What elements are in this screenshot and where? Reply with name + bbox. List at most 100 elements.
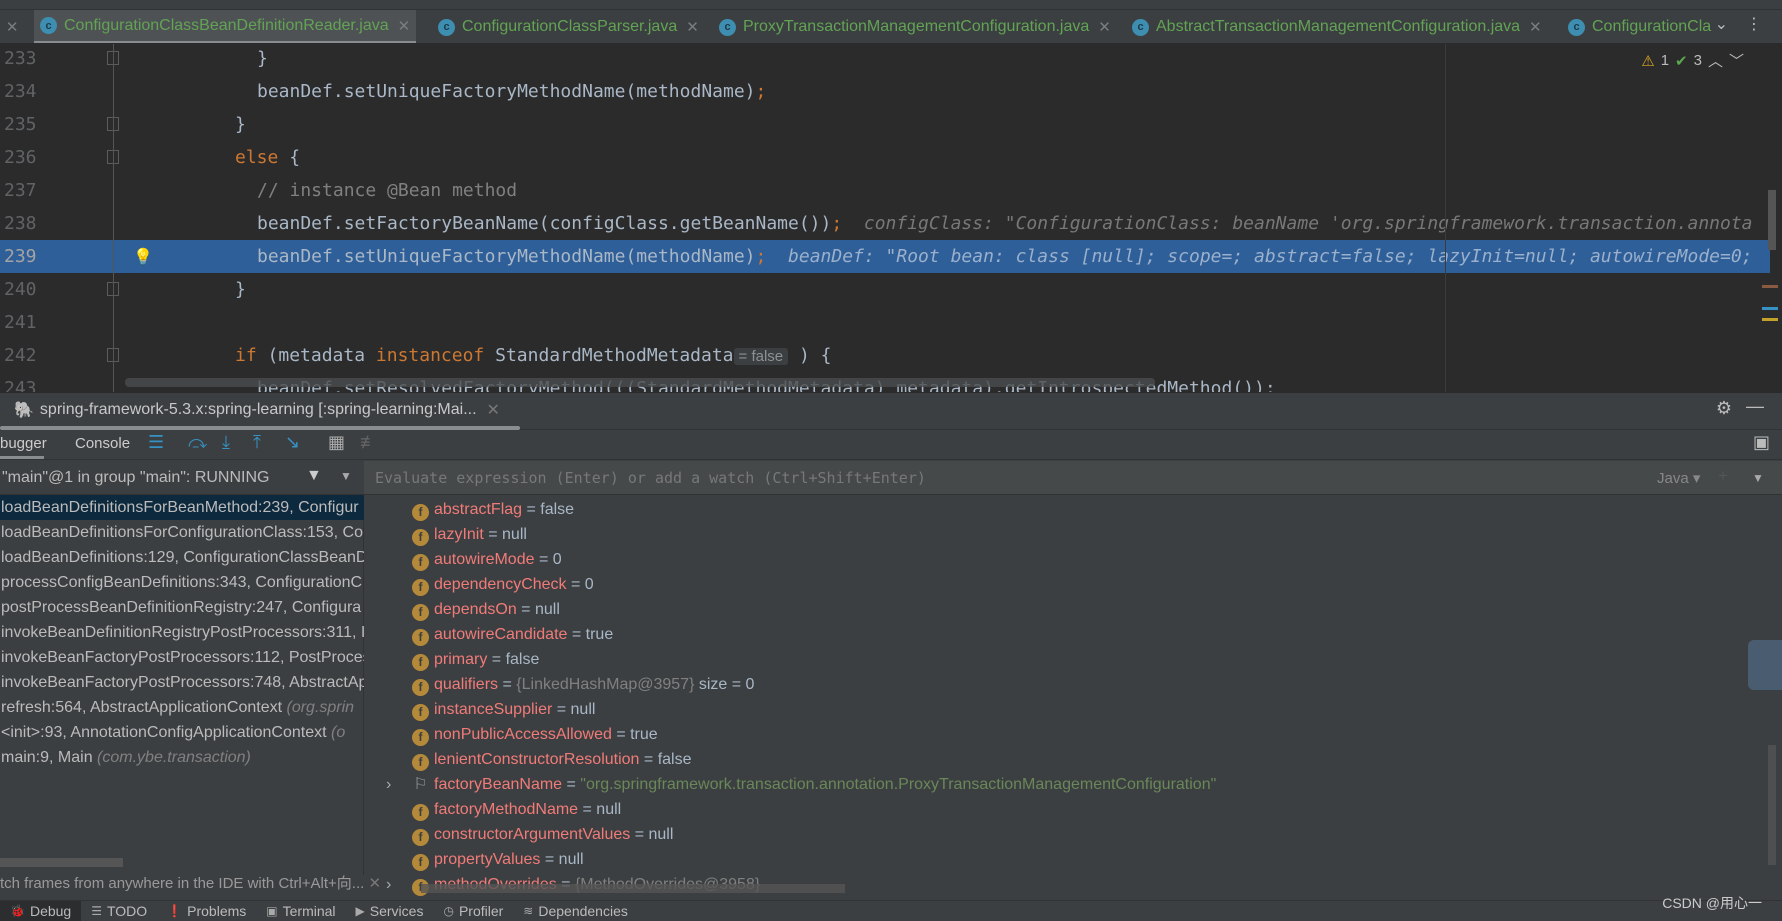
floating-widget[interactable] bbox=[1748, 640, 1782, 690]
stack-frame[interactable]: loadBeanDefinitions:129, ConfigurationCl… bbox=[0, 545, 364, 570]
code-line[interactable]: 238 beanDef.setFactoryBeanName(configClas… bbox=[0, 207, 1770, 240]
tab-label: ConfigurationClassBeanDefinitionReader.j… bbox=[64, 16, 389, 34]
filter-icon[interactable]: ▼ bbox=[306, 467, 322, 485]
run-to-cursor-icon[interactable]: ↘ bbox=[285, 432, 300, 453]
close-hint-icon[interactable]: ✕ bbox=[368, 875, 381, 892]
toolwindow-terminal[interactable]: ▣ Terminal bbox=[256, 901, 345, 921]
frames-horizontal-scrollbar[interactable] bbox=[0, 858, 123, 867]
variable-row[interactable]: f lenientConstructorResolution = false bbox=[412, 747, 691, 772]
stack-frame[interactable]: loadBeanDefinitionsForConfigurationClass… bbox=[0, 520, 364, 545]
variable-value: = null bbox=[483, 526, 527, 543]
variable-row[interactable]: f factoryMethodName = null bbox=[412, 797, 621, 822]
lightbulb-icon[interactable]: 💡 bbox=[133, 240, 153, 273]
toolwindow-todo[interactable]: ☰ TODO bbox=[81, 901, 157, 921]
thread-dropdown-icon[interactable]: ▼ bbox=[340, 469, 352, 483]
tab-debugger[interactable]: bugger bbox=[0, 435, 47, 459]
language-selector[interactable]: Java ▾ bbox=[1657, 469, 1700, 487]
tab-console[interactable]: Console bbox=[75, 435, 130, 452]
variable-row[interactable]: › ⚐ factoryBeanName = "org.springframework… bbox=[386, 772, 1216, 797]
stack-frame[interactable]: postProcessBeanDefinitionRegistry:247, C… bbox=[0, 595, 364, 620]
code-line[interactable]: 239 beanDef.setUniqueFactoryMethodName(me… bbox=[0, 240, 1770, 273]
variable-row[interactable]: f constructorArgumentValues = null bbox=[412, 822, 673, 847]
tab-list-chevron-icon[interactable]: ⌄ bbox=[1715, 14, 1728, 34]
code-line[interactable]: 240} bbox=[0, 273, 1770, 306]
tab-abstracttransactionmanagementconfiguration-java[interactable]: c AbstractTransactionManagementConfigurat… bbox=[1126, 10, 1548, 43]
field-icon: f bbox=[412, 654, 429, 671]
variable-row[interactable]: f propertyValues = null bbox=[412, 847, 584, 872]
inline-value-hint: = false bbox=[733, 348, 789, 365]
minimize-icon[interactable]: — bbox=[1746, 396, 1764, 417]
variable-row[interactable]: f autowireMode = 0 bbox=[412, 547, 562, 572]
variables-horizontal-scrollbar[interactable] bbox=[421, 884, 845, 893]
variable-name: nonPublicAccessAllowed bbox=[434, 726, 612, 743]
toolwindow-services[interactable]: ▶ Services bbox=[346, 901, 434, 921]
more-options-icon[interactable]: ⋮ bbox=[1746, 14, 1762, 34]
variables-scrollbar[interactable] bbox=[1768, 745, 1776, 865]
variable-row[interactable]: f qualifiers = {LinkedHashMap@3957} size … bbox=[412, 672, 754, 697]
stack-frame[interactable]: main:9, Main (com.ybe.transaction) bbox=[0, 745, 364, 770]
frame-method: main:9, Main bbox=[1, 749, 98, 766]
tab-configurationcla[interactable]: c ConfigurationCla bbox=[1562, 10, 1717, 43]
inspection-widget[interactable]: ⚠ 1 ✔ 3 ︿ ﹀ bbox=[1641, 50, 1744, 71]
close-tab-icon[interactable]: ✕ bbox=[6, 18, 19, 36]
stack-frame[interactable]: processConfigBeanDefinitions:343, Config… bbox=[0, 570, 364, 595]
tab-a[interactable]: a✕ bbox=[0, 10, 24, 43]
stack-frame[interactable]: invokeBeanFactoryPostProcessors:748, Abs… bbox=[0, 670, 364, 695]
variable-row[interactable]: f dependsOn = null bbox=[412, 597, 560, 622]
layout-settings-icon[interactable]: ▣ bbox=[1753, 432, 1770, 453]
trace-stream-icon[interactable]: ≢ bbox=[360, 432, 378, 453]
variable-row[interactable]: f nonPublicAccessAllowed = true bbox=[412, 722, 658, 747]
tab-configurationclassparser-java[interactable]: c ConfigurationClassParser.java ✕ bbox=[432, 10, 705, 43]
stack-frame[interactable]: <init>:93, AnnotationConfigApplicationCo… bbox=[0, 720, 364, 745]
code-line[interactable]: 233} bbox=[0, 44, 1770, 75]
close-tab-icon[interactable]: ✕ bbox=[398, 17, 411, 35]
step-out-icon[interactable]: ⤒ bbox=[253, 432, 261, 453]
add-watch-icon[interactable]: + bbox=[1718, 466, 1728, 486]
code-editor[interactable]: 233} 234 beanDef.setUniqueFactoryMethodNam… bbox=[0, 44, 1782, 392]
expand-arrow-icon[interactable]: › bbox=[386, 872, 391, 897]
code-token: instanceof bbox=[375, 345, 496, 366]
variable-row[interactable]: f instanceSupplier = null bbox=[412, 697, 595, 722]
stack-frame[interactable]: refresh:564, AbstractApplicationContext … bbox=[0, 695, 364, 720]
variable-row[interactable]: f primary = false bbox=[412, 647, 539, 672]
gear-icon[interactable]: ⚙ bbox=[1716, 398, 1732, 419]
editor-horizontal-scrollbar[interactable] bbox=[125, 378, 1155, 387]
prev-highlight-icon[interactable]: ︿ bbox=[1708, 50, 1723, 71]
code-line[interactable]: 237 // instance @Bean method bbox=[0, 174, 1770, 207]
close-tab-icon[interactable]: ✕ bbox=[1098, 18, 1111, 36]
variable-row[interactable]: f lazyInit = null bbox=[412, 522, 527, 547]
variable-value: = 0 bbox=[534, 551, 562, 568]
tab-configurationclassbeandefinitionreader-java[interactable]: c ConfigurationClassBeanDefinitionReader.… bbox=[34, 10, 417, 43]
close-tab-icon[interactable]: ✕ bbox=[1529, 18, 1542, 36]
variable-row[interactable]: f abstractFlag = false bbox=[412, 497, 574, 522]
tab-proxytransactionmanagementconfiguration-java[interactable]: c ProxyTransactionManagementConfiguration… bbox=[713, 10, 1117, 43]
stack-frame[interactable]: invokeBeanFactoryPostProcessors:112, Pos… bbox=[0, 645, 364, 670]
problems-icon: ❗ bbox=[167, 903, 183, 918]
toolwindow-dependencies[interactable]: ≋ Dependencies bbox=[513, 901, 638, 921]
toolwindow-profiler[interactable]: ◷ Profiler bbox=[433, 901, 513, 921]
next-highlight-icon[interactable]: ﹀ bbox=[1729, 50, 1744, 71]
debugger-toolbar bbox=[0, 430, 1782, 460]
code-line[interactable]: 234 beanDef.setUniqueFactoryMethodName(me… bbox=[0, 75, 1770, 108]
debug-session-tab[interactable]: 🐘 spring-framework-5.3.x:spring-learning… bbox=[14, 398, 500, 422]
toolwindow-debug[interactable]: 🐞 Debug bbox=[0, 900, 82, 921]
evaluate-expression-icon[interactable]: ▦ bbox=[328, 432, 345, 453]
close-tab-icon[interactable]: ✕ bbox=[686, 18, 699, 36]
expand-arrow-icon[interactable]: › bbox=[386, 772, 391, 797]
code-token: if bbox=[235, 345, 268, 366]
step-into-icon[interactable]: ⤓ bbox=[222, 432, 230, 453]
close-session-icon[interactable]: ✕ bbox=[487, 400, 500, 420]
code-line[interactable]: 235} bbox=[0, 108, 1770, 141]
history-dropdown-icon[interactable]: ▼ bbox=[1752, 471, 1764, 485]
code-line[interactable]: 236 else { bbox=[0, 141, 1770, 174]
editor-vertical-scrollbar[interactable] bbox=[1768, 190, 1776, 250]
variable-row[interactable]: f dependencyCheck = 0 bbox=[412, 572, 594, 597]
show-execution-point-icon[interactable]: ☰ bbox=[148, 432, 164, 453]
step-over-icon[interactable]: ⤼ bbox=[188, 432, 207, 453]
stack-frame[interactable]: loadBeanDefinitionsForBeanMethod:239, Co… bbox=[0, 495, 364, 520]
stack-frame[interactable]: invokeBeanDefinitionRegistryPostProcesso… bbox=[0, 620, 364, 645]
code-line[interactable]: 241 bbox=[0, 306, 1770, 339]
code-line[interactable]: 242 if (metadata instanceof StandardMetho… bbox=[0, 339, 1770, 372]
toolwindow-problems[interactable]: ❗ Problems bbox=[157, 901, 256, 921]
variable-row[interactable]: f autowireCandidate = true bbox=[412, 622, 613, 647]
